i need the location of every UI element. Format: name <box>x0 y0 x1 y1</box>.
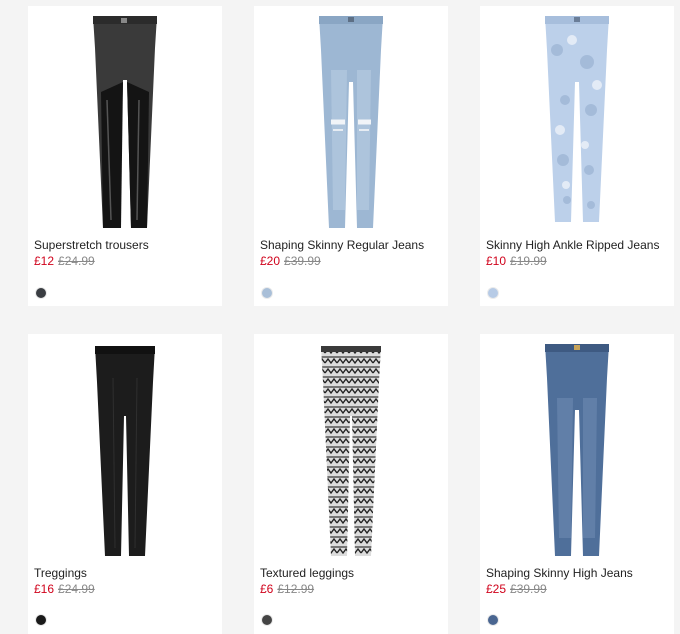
sale-price: £16 <box>34 582 55 596</box>
color-swatch[interactable] <box>262 288 272 298</box>
product-image[interactable] <box>28 6 222 234</box>
sale-price: £10 <box>486 254 507 268</box>
product-title[interactable]: Textured leggings <box>260 566 354 580</box>
price-line: £12 £24.99 <box>34 254 95 268</box>
price-line: £20 £39.99 <box>260 254 321 268</box>
sale-price: £20 <box>260 254 281 268</box>
color-swatch[interactable] <box>488 288 498 298</box>
original-price: £12.99 <box>277 582 315 596</box>
original-price: £39.99 <box>284 254 321 268</box>
product-card[interactable]: Textured leggings £6 £12.99 <box>254 334 448 634</box>
product-title[interactable]: Shaping Skinny Regular Jeans <box>260 238 424 252</box>
product-grid: Superstretch trousers £12 £24.99 Shaping … <box>0 0 680 634</box>
original-price: £24.99 <box>58 254 95 268</box>
sale-price: £12 <box>34 254 55 268</box>
price-line: £16 £24.99 <box>34 582 95 596</box>
product-image[interactable] <box>480 6 674 234</box>
product-title[interactable]: Treggings <box>34 566 87 580</box>
product-title[interactable]: Skinny High Ankle Ripped Jeans <box>486 238 659 252</box>
color-swatch[interactable] <box>36 615 46 625</box>
product-image[interactable] <box>254 6 448 234</box>
price-line: £10 £19.99 <box>486 254 547 268</box>
product-card[interactable]: Shaping Skinny High Jeans £25 £39.99 <box>480 334 674 634</box>
product-title[interactable]: Superstretch trousers <box>34 238 149 252</box>
original-price: £19.99 <box>510 254 547 268</box>
original-price: £24.99 <box>58 582 95 596</box>
product-image[interactable] <box>480 334 674 562</box>
original-price: £39.99 <box>510 582 547 596</box>
sale-price: £25 <box>486 582 507 596</box>
price-line: £6 £12.99 <box>260 582 314 596</box>
color-swatch[interactable] <box>262 615 272 625</box>
product-title[interactable]: Shaping Skinny High Jeans <box>486 566 633 580</box>
sale-price: £6 <box>260 582 274 596</box>
product-card[interactable]: Shaping Skinny Regular Jeans £20 £39.99 <box>254 6 448 306</box>
product-image[interactable] <box>254 334 448 562</box>
product-card[interactable]: Skinny High Ankle Ripped Jeans £10 £19.99 <box>480 6 674 306</box>
product-card[interactable]: Treggings £16 £24.99 <box>28 334 222 634</box>
price-line: £25 £39.99 <box>486 582 547 596</box>
product-card[interactable]: Superstretch trousers £12 £24.99 <box>28 6 222 306</box>
color-swatch[interactable] <box>36 288 46 298</box>
product-image[interactable] <box>28 334 222 562</box>
color-swatch[interactable] <box>488 615 498 625</box>
